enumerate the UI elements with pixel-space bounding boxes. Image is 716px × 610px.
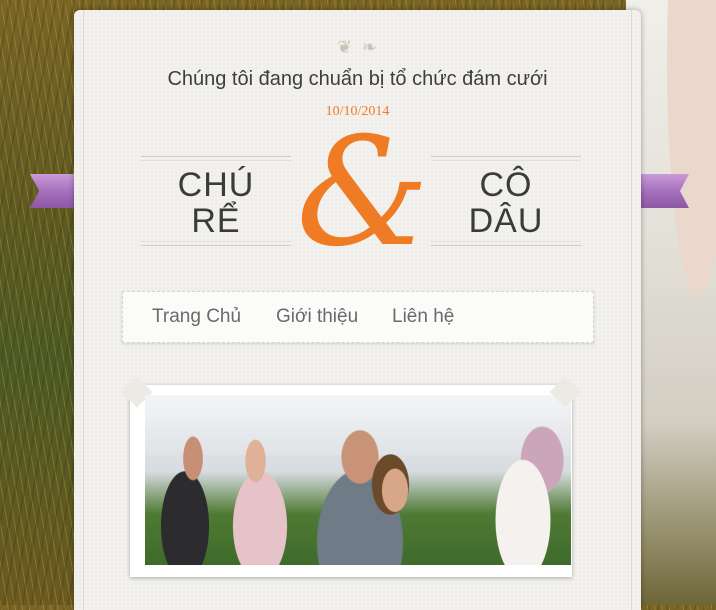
tagline: Chúng tôi đang chuẩn bị tổ chức đám cưới [167,68,548,90]
guest-figure [145,435,225,565]
main-nav: Trang Chủ Giới thiệu Liên hệ [122,291,594,343]
guest-figure [475,415,571,565]
content-card: ❦ ❧ Chúng tôi đang chuẩn bị tổ chức đám … [74,10,641,610]
bride-name-line-1: CÔ [479,166,533,204]
nav-about[interactable]: Giới thiệu [276,306,358,328]
nav-home[interactable]: Trang Chủ [152,306,241,328]
wedding-photo [145,395,571,565]
ornament-icon: ❦ ❧ [337,37,379,58]
bride-name-line-2: DÂU [468,202,544,240]
bride-name-box: CÔ DÂU [431,156,581,246]
ampersand: & [296,106,430,280]
groom-name-line-1: CHÚ [177,166,255,204]
groom-name-box: CHÚ RỂ [141,156,291,246]
photo-frame [130,385,572,577]
nav-contact[interactable]: Liên hệ [392,306,454,328]
bride-figure [350,450,440,565]
groom-name-line-2: RỂ [191,202,241,240]
